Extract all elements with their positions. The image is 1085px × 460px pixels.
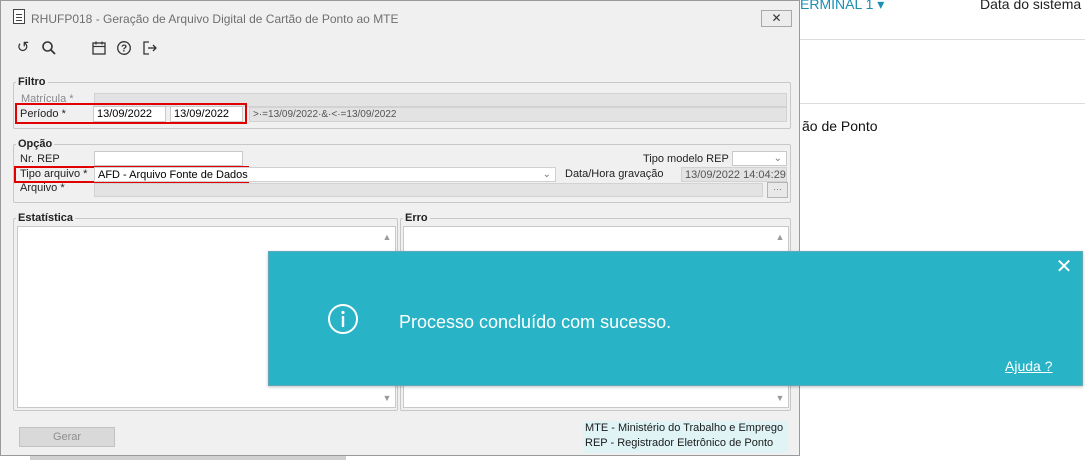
opcao-legend: Opção	[18, 138, 53, 150]
calendar-icon[interactable]	[89, 38, 109, 58]
periodo-expression-field: >·=13/09/2022·&·<·=13/09/2022	[249, 107, 787, 122]
window-titlebar: RHUFP018 - Geração de Arquivo Digital de…	[1, 1, 799, 35]
tipo-modelo-rep-label: Tipo modelo REP	[643, 153, 729, 165]
legend-line-rep: REP - Registrador Eletrônico de Ponto	[585, 437, 774, 449]
search-icon[interactable]	[39, 38, 59, 58]
scroll-up-icon[interactable]: ▲	[774, 231, 786, 243]
arquivo-field	[94, 183, 763, 197]
arquivo-label: Arquivo *	[20, 182, 65, 194]
periodo-fim-input[interactable]: 13/09/2022	[170, 106, 243, 122]
periodo-label: Período *	[20, 108, 66, 120]
chevron-down-icon: ⌄	[542, 169, 551, 180]
arquivo-browse-button[interactable]: ⋯	[767, 182, 788, 198]
undo-icon[interactable]: ↺	[13, 38, 33, 58]
nav-terminal-menu[interactable]: ERMINAL 1 ▾	[800, 0, 884, 13]
document-icon	[13, 9, 25, 24]
nr-rep-label: Nr. REP	[20, 153, 60, 165]
window-close-button[interactable]: ✕	[761, 10, 792, 27]
acronym-legend: MTE - Ministério do Trabalho e Emprego R…	[583, 421, 788, 453]
window-title: RHUFP018 - Geração de Arquivo Digital de…	[31, 12, 399, 26]
scroll-up-icon[interactable]: ▲	[381, 231, 393, 243]
tipo-arquivo-label: Tipo arquivo *	[20, 168, 88, 180]
rhufp018-window: RHUFP018 - Geração de Arquivo Digital de…	[0, 0, 800, 456]
scroll-down-icon[interactable]: ▼	[381, 392, 393, 404]
section-divider	[800, 103, 1085, 104]
background-page-title: ão de Ponto	[802, 118, 878, 134]
close-icon[interactable]: ✕	[1054, 256, 1074, 278]
chevron-down-icon: ⌄	[773, 153, 782, 164]
notification-message: Processo concluído com sucesso.	[399, 312, 672, 332]
system-date-label: Data do sistema	[980, 0, 1082, 12]
help-icon[interactable]: ?	[114, 38, 134, 58]
svg-text:?: ?	[121, 44, 127, 55]
exit-icon[interactable]	[140, 38, 160, 58]
info-icon	[328, 304, 358, 334]
filtro-legend: Filtro	[18, 76, 46, 88]
gerar-button[interactable]: Gerar	[19, 427, 115, 447]
tipo-arquivo-select[interactable]: AFD - Arquivo Fonte de Dados ⌄	[94, 167, 556, 182]
data-hora-gravacao-field: 13/09/2022 14:04:29	[681, 167, 787, 182]
scroll-down-icon[interactable]: ▼	[774, 392, 786, 404]
success-notification: Processo concluído com sucesso. ✕ Ajuda …	[268, 251, 1083, 386]
header-divider	[800, 39, 1085, 40]
periodo-inicio-input[interactable]: 13/09/2022	[93, 106, 166, 122]
estatistica-legend: Estatística	[18, 212, 74, 224]
data-hora-gravacao-label: Data/Hora gravação	[565, 168, 664, 180]
legend-line-mte: MTE - Ministério do Trabalho e Emprego	[585, 422, 784, 434]
tipo-arquivo-value: AFD - Arquivo Fonte de Dados	[98, 169, 248, 181]
erro-legend: Erro	[405, 212, 428, 224]
nr-rep-input[interactable]	[94, 151, 243, 166]
help-link[interactable]: Ajuda ?	[1005, 358, 1052, 374]
tipo-modelo-rep-select[interactable]: ⌄	[732, 151, 787, 166]
